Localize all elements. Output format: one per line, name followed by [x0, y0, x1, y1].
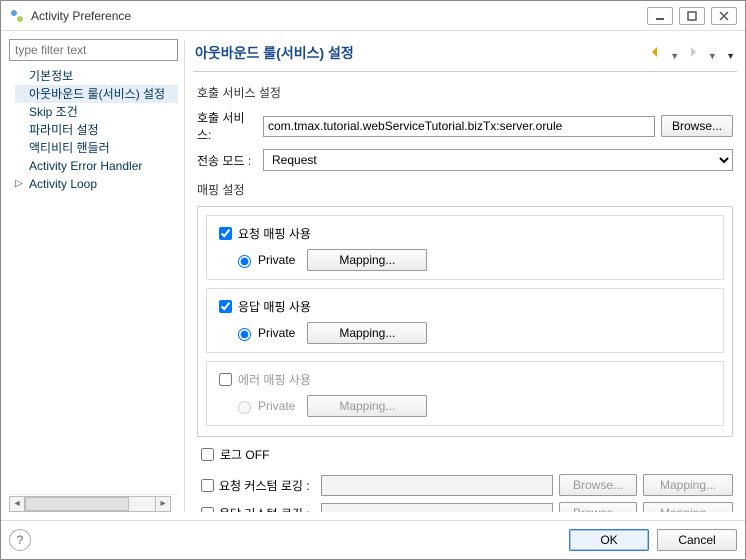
error-mapping-checkbox[interactable] — [219, 373, 232, 386]
nav-tree: 기본정보 아웃바운드 룰(서비스) 설정 Skip 조건 파라미터 설정 액티비… — [9, 67, 178, 490]
res-custom-log-checkbox[interactable] — [201, 507, 214, 513]
scroll-right-button[interactable]: ▸ — [155, 496, 171, 512]
req-custom-log-browse: Browse... — [559, 474, 637, 496]
req-custom-log-checkbox[interactable] — [201, 479, 214, 492]
log-off-checkbox[interactable] — [201, 448, 214, 461]
response-mapping-box: 응답 매핑 사용 Private Mapping... — [206, 288, 724, 353]
tree-item-activity-handler[interactable]: 액티비티 핸들러 — [15, 139, 178, 157]
error-mapping-box: 에러 매핑 사용 Private Mapping... — [206, 361, 724, 426]
response-mapping-button[interactable]: Mapping... — [307, 322, 427, 344]
request-mapping-label: 요청 매핑 사용 — [238, 225, 311, 242]
mapping-box: 요청 매핑 사용 Private Mapping... — [197, 206, 733, 437]
app-icon — [9, 8, 25, 24]
response-mapping-checkbox[interactable] — [219, 300, 232, 313]
req-custom-log-mapping: Mapping... — [643, 474, 733, 496]
minimize-button[interactable] — [647, 7, 673, 25]
tree-item-outbound-rule[interactable]: 아웃바운드 룰(서비스) 설정 — [15, 85, 178, 103]
filter-input[interactable] — [9, 39, 178, 61]
nav-forward-menu[interactable]: ▼ — [708, 51, 717, 61]
error-mapping-checkline[interactable]: 에러 매핑 사용 — [215, 370, 715, 389]
left-pane: 기본정보 아웃바운드 룰(서비스) 설정 Skip 조건 파라미터 설정 액티비… — [9, 39, 185, 512]
request-private-radio-label[interactable]: Private — [233, 252, 295, 268]
response-mapping-checkline[interactable]: 응답 매핑 사용 — [215, 297, 715, 316]
tree-item-activity-loop[interactable]: Activity Loop — [15, 175, 178, 193]
activity-preference-window: Activity Preference 기본정보 아웃바운드 룰(서비스) 설정… — [0, 0, 746, 560]
request-mapping-checkline[interactable]: 요청 매핑 사용 — [215, 224, 715, 243]
page-title: 아웃바운드 룰(서비스) 설정 — [195, 43, 645, 63]
req-custom-log-input — [321, 475, 553, 496]
service-browse-button[interactable]: Browse... — [661, 115, 733, 137]
tree-item-basic[interactable]: 기본정보 — [15, 67, 178, 85]
help-button[interactable]: ? — [9, 529, 31, 551]
settings-content: 호출 서비스 설정 호출 서비스: Browse... 전송 모드 : Requ… — [193, 72, 737, 512]
dialog-body: 기본정보 아웃바운드 룰(서비스) 설정 Skip 조건 파라미터 설정 액티비… — [1, 31, 745, 520]
nav-menu-button[interactable]: ▼ — [726, 51, 735, 61]
titlebar: Activity Preference — [1, 1, 745, 31]
res-custom-log-input — [321, 503, 553, 513]
mode-label: 전송 모드 : — [197, 152, 257, 169]
nav-history: ▼ ▼ ▼ — [645, 45, 735, 62]
scroll-thumb[interactable] — [25, 497, 129, 511]
res-custom-log-label: 응답 커스텀 로깅 : — [219, 505, 310, 513]
error-private-radio — [238, 401, 251, 414]
dialog-footer: ? OK Cancel — [1, 520, 745, 559]
res-custom-log-browse: Browse... — [559, 502, 637, 512]
error-mapping-button: Mapping... — [307, 395, 427, 417]
request-mapping-checkbox[interactable] — [219, 227, 232, 240]
tree-item-error-handler[interactable]: Activity Error Handler — [15, 157, 178, 175]
error-mapping-label: 에러 매핑 사용 — [238, 371, 311, 388]
nav-forward-button[interactable] — [686, 45, 700, 59]
mapping-group-title: 매핑 설정 — [197, 181, 733, 198]
error-private-radio-label: Private — [233, 398, 295, 414]
response-private-radio[interactable] — [238, 328, 251, 341]
service-input[interactable] — [263, 116, 655, 137]
log-off-checkline[interactable]: 로그 OFF — [197, 445, 733, 464]
tree-item-skip[interactable]: Skip 조건 — [15, 103, 178, 121]
req-custom-log-label: 요청 커스텀 로깅 : — [219, 477, 310, 494]
cancel-button[interactable]: Cancel — [657, 529, 737, 551]
maximize-button[interactable] — [679, 7, 705, 25]
request-private-radio[interactable] — [238, 255, 251, 268]
request-mapping-button[interactable]: Mapping... — [307, 249, 427, 271]
close-button[interactable] — [711, 7, 737, 25]
service-label: 호출 서비스: — [197, 109, 257, 143]
right-pane: 아웃바운드 룰(서비스) 설정 ▼ ▼ ▼ 호출 서비스 설정 호출 서비스: — [193, 39, 737, 512]
nav-back-menu[interactable]: ▼ — [670, 51, 679, 61]
res-custom-log-mapping: Mapping... — [643, 502, 733, 512]
response-private-radio-label[interactable]: Private — [233, 325, 295, 341]
request-mapping-box: 요청 매핑 사용 Private Mapping... — [206, 215, 724, 280]
nav-back-button[interactable] — [649, 45, 663, 59]
log-off-label: 로그 OFF — [220, 446, 269, 463]
scroll-left-button[interactable]: ◂ — [9, 496, 25, 512]
window-title: Activity Preference — [31, 9, 641, 23]
call-service-group-title: 호출 서비스 설정 — [197, 84, 733, 101]
scroll-track[interactable] — [25, 496, 155, 512]
ok-button[interactable]: OK — [569, 529, 649, 551]
mode-select[interactable]: Request — [263, 149, 733, 171]
tree-scrollbar: ◂ ▸ — [9, 494, 178, 512]
tree-item-parameter[interactable]: 파라미터 설정 — [15, 121, 178, 139]
response-mapping-label: 응답 매핑 사용 — [238, 298, 311, 315]
